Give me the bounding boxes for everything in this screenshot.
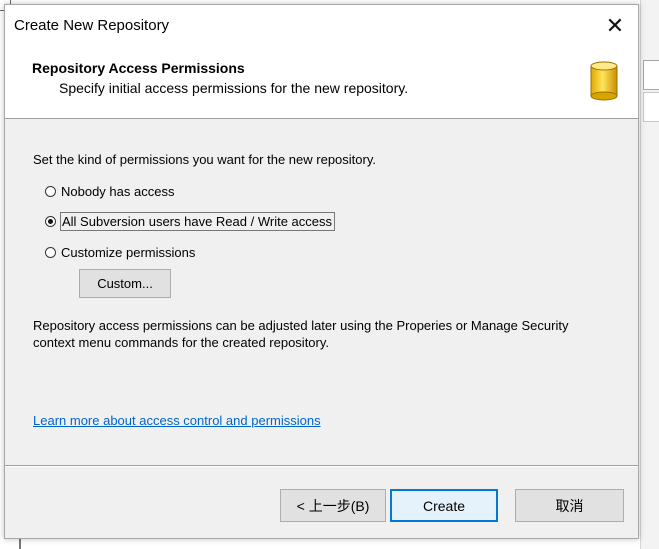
- radio-all-users-read-write[interactable]: All Subversion users have Read / Write a…: [45, 212, 335, 231]
- button-label: Custom...: [97, 276, 153, 291]
- background-window-pane: [640, 0, 659, 549]
- background-input-box: [643, 60, 659, 90]
- wizard-header: Repository Access Permissions Specify in…: [5, 47, 638, 119]
- create-repository-dialog: Create New Repository ✕ Repository Acces…: [4, 4, 639, 539]
- background-input-box: [643, 92, 659, 122]
- database-icon: [590, 61, 618, 101]
- learn-more-link[interactable]: Learn more about access control and perm…: [33, 413, 321, 428]
- custom-permissions-button[interactable]: Custom...: [79, 269, 171, 298]
- radio-nobody-access[interactable]: Nobody has access: [45, 182, 175, 201]
- permissions-note: Repository access permissions can be adj…: [33, 318, 569, 350]
- radio-label: Nobody has access: [61, 184, 175, 199]
- close-icon: ✕: [605, 13, 625, 38]
- back-button[interactable]: < 上一步(B): [280, 489, 386, 522]
- button-label: Create: [422, 497, 466, 514]
- footer-divider-highlight: [5, 466, 638, 467]
- radio-label: Customize permissions: [61, 245, 196, 260]
- close-button[interactable]: ✕: [592, 5, 638, 47]
- radio-label: All Subversion users have Read / Write a…: [60, 212, 335, 231]
- cancel-button[interactable]: 取消: [515, 489, 624, 522]
- title-bar: Create New Repository ✕: [5, 5, 638, 47]
- button-label: 取消: [555, 497, 584, 514]
- radio-button[interactable]: [45, 186, 56, 197]
- page-title: Repository Access Permissions: [32, 60, 245, 76]
- page-subtitle: Specify initial access permissions for t…: [59, 80, 409, 96]
- radio-customize-permissions[interactable]: Customize permissions: [45, 243, 196, 262]
- button-label: < 上一步(B): [296, 497, 370, 514]
- radio-button[interactable]: [45, 247, 56, 258]
- window-title: Create New Repository: [14, 17, 170, 34]
- create-button[interactable]: Create: [390, 489, 498, 522]
- instructions-text: Set the kind of permissions you want for…: [33, 152, 376, 167]
- radio-button-selected[interactable]: [45, 216, 56, 227]
